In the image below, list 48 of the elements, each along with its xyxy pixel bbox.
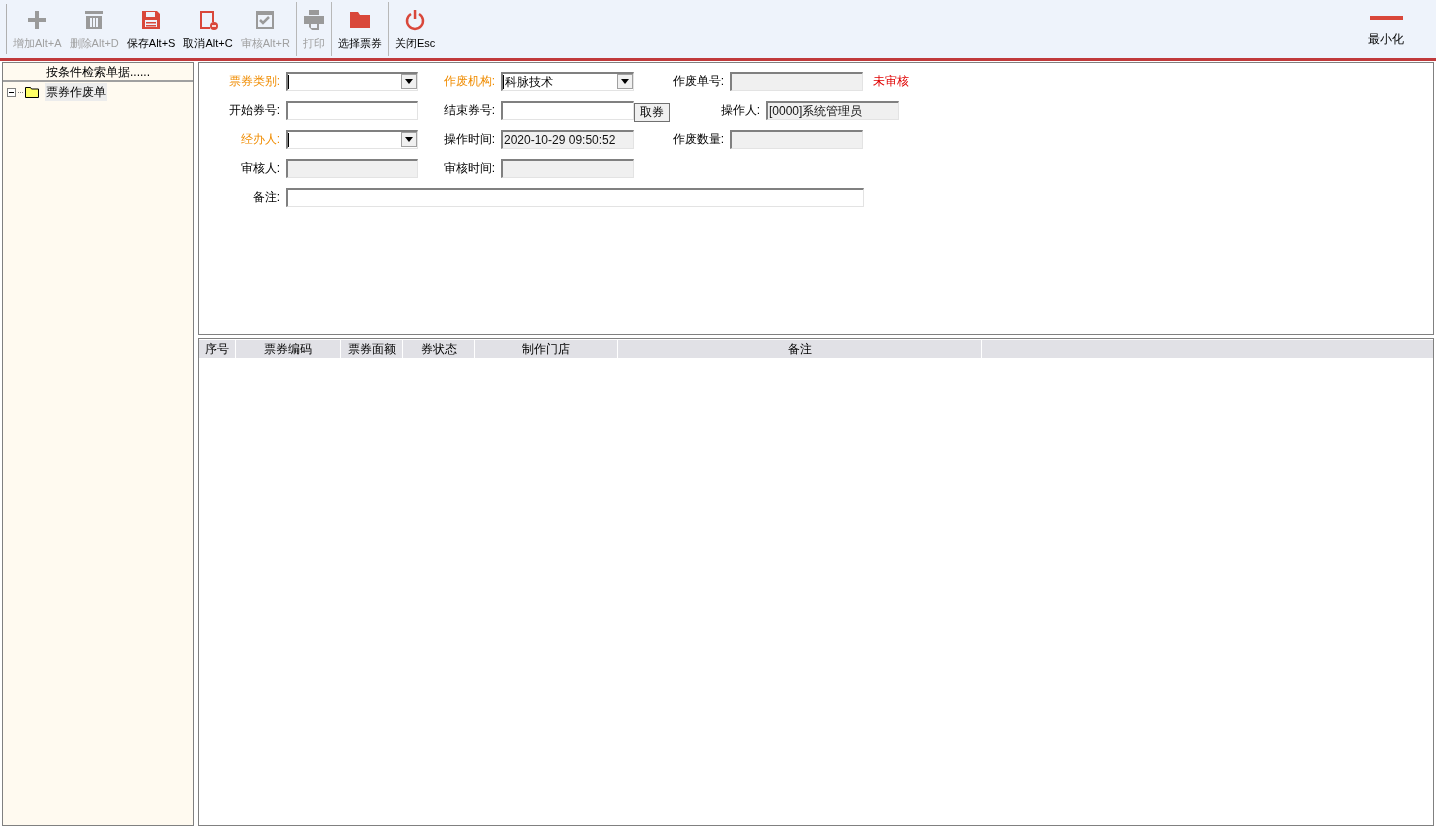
readonly-field[interactable]: 2020-10-29 09:50:52	[501, 129, 634, 149]
field-label: 作废数量:	[671, 131, 725, 148]
toolbar-button[interactable]: 关闭Esc	[390, 0, 440, 58]
minimize-icon	[1369, 16, 1403, 20]
plus-icon	[26, 9, 49, 31]
readonly-field[interactable]	[286, 158, 418, 178]
column-header[interactable]: 备注	[618, 340, 982, 358]
checked-box-icon	[254, 9, 277, 31]
field-label: 审核人:	[239, 160, 281, 177]
minimize-button[interactable]: 最小化	[1356, 0, 1416, 58]
toolbar-button[interactable]: 保存Alt+S	[122, 0, 180, 58]
field-label: 操作人:	[719, 102, 761, 119]
input-field[interactable]	[501, 100, 634, 120]
column-header[interactable]: 票券编码	[236, 340, 341, 358]
fetch-button[interactable]: 取券	[634, 102, 670, 122]
field-label: 作废机构:	[442, 73, 496, 90]
column-header[interactable]: 制作门店	[475, 340, 618, 358]
field-label: 开始券号:	[227, 102, 281, 119]
trash-icon	[83, 9, 106, 31]
readonly-field[interactable]	[501, 158, 634, 178]
column-header[interactable]: 序号	[199, 340, 236, 358]
readonly-field[interactable]: [0000]系统管理员	[766, 100, 899, 120]
column-header[interactable]: 票券面额	[341, 340, 403, 358]
input-field[interactable]	[286, 187, 864, 207]
field-label: 审核时间:	[442, 160, 496, 177]
field-label: 票券类别:	[227, 73, 281, 90]
folder-icon	[25, 86, 39, 98]
readonly-field[interactable]	[730, 129, 863, 149]
toolbar-button[interactable]: 选择票券	[333, 0, 386, 58]
status-text: 未审核	[873, 73, 909, 90]
toolbar-button[interactable]: 取消Alt+C	[179, 0, 237, 58]
field-label: 作废单号:	[671, 73, 725, 90]
field-label: 操作时间:	[442, 131, 496, 148]
tree-item[interactable]: 票券作废单	[45, 83, 107, 101]
field-label: 结束券号:	[442, 102, 496, 119]
field-label: 经办人:	[239, 131, 281, 148]
document-minus-icon	[197, 9, 220, 31]
dropdown-field[interactable]	[286, 129, 418, 149]
folder-icon	[348, 9, 371, 31]
dropdown-field[interactable]: 科脉技术	[501, 71, 634, 91]
power-icon	[404, 9, 427, 31]
readonly-field[interactable]	[730, 71, 863, 91]
dropdown-field[interactable]	[286, 71, 418, 91]
collapse-icon[interactable]	[7, 87, 16, 97]
column-header[interactable]: 券状态	[403, 340, 475, 358]
printer-icon	[302, 9, 325, 31]
field-label: 备注:	[251, 189, 281, 206]
input-field[interactable]	[286, 100, 418, 120]
